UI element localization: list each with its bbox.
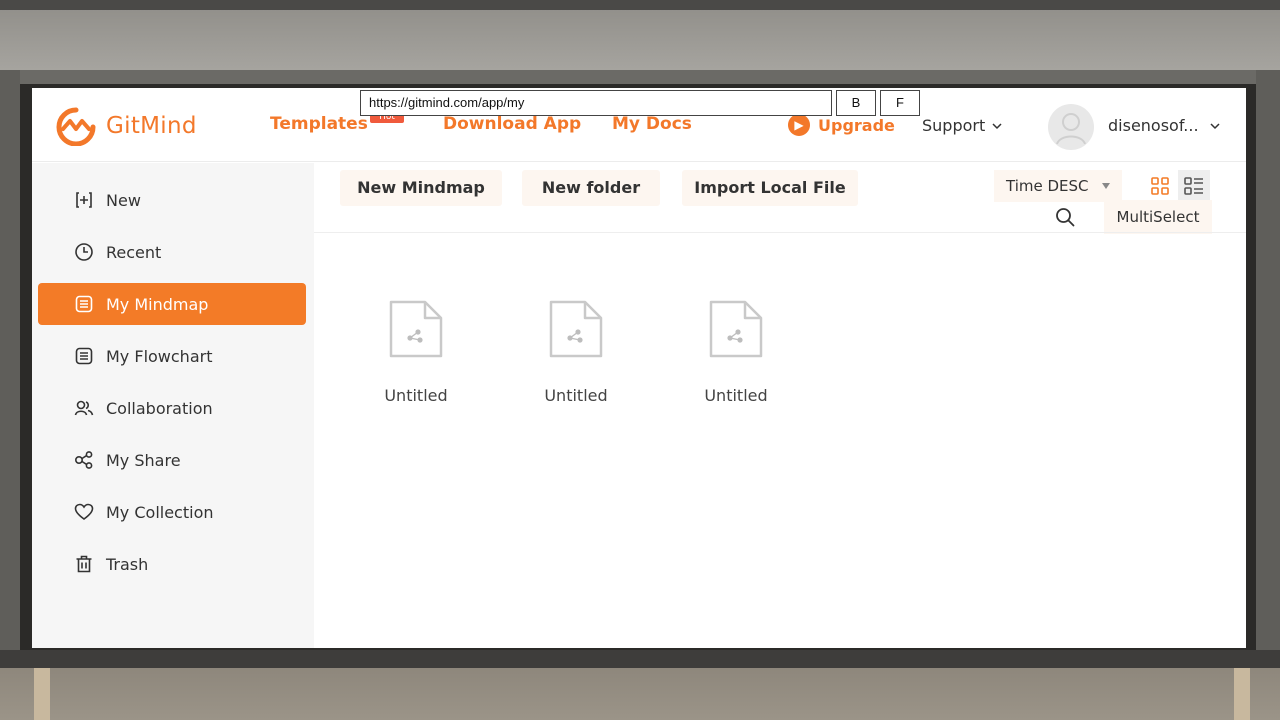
username: disenosof... (1108, 116, 1199, 135)
upgrade-label: Upgrade (818, 115, 895, 135)
doc-list-icon (75, 295, 93, 313)
sidebar-item-my-mindmap[interactable]: My Mindmap (38, 283, 306, 325)
file-name: Untitled (704, 386, 768, 405)
floor-pillar (1234, 668, 1250, 720)
user-menu[interactable]: disenosof... (1108, 116, 1221, 135)
caret-down-icon (1102, 183, 1110, 189)
sidebar-item-label: My Share (106, 450, 181, 470)
ceiling-stripe (0, 0, 1280, 10)
sidebar-item-label: My Flowchart (106, 346, 213, 366)
trash-icon (76, 555, 92, 573)
file-item[interactable]: Untitled (526, 298, 626, 405)
room-ceiling (0, 0, 1280, 70)
grid-view-button[interactable] (1144, 170, 1176, 202)
nav-download-app[interactable]: Download App (443, 114, 581, 134)
sidebar-item-trash[interactable]: Trash (38, 543, 306, 585)
nav-templates[interactable]: Templates (270, 114, 368, 134)
user-avatar-icon (1056, 113, 1086, 145)
sidebar-item-new[interactable]: New (38, 179, 306, 221)
chevron-down-icon (1210, 122, 1220, 129)
sidebar-item-label: Collaboration (106, 398, 213, 418)
multiselect-button[interactable]: MultiSelect (1104, 200, 1212, 234)
plus-square-icon (76, 192, 92, 208)
right-wall (1256, 70, 1280, 650)
key-button-f[interactable]: F (880, 90, 920, 116)
new-folder-button[interactable]: New folder (522, 170, 660, 206)
sort-label: Time DESC (1006, 177, 1089, 195)
sidebar-item-label: Recent (106, 242, 162, 262)
content-divider (314, 232, 1246, 233)
file-item[interactable]: Untitled (686, 298, 786, 405)
logo-text: GitMind (106, 113, 197, 139)
grid-view-icon (1151, 177, 1169, 195)
gitmind-logo-icon (56, 107, 96, 146)
left-wall (0, 70, 20, 650)
sidebar-item-my-share[interactable]: My Share (38, 439, 306, 481)
sidebar-item-collaboration[interactable]: Collaboration (38, 387, 306, 429)
support-label: Support (922, 116, 986, 135)
list-view-button[interactable] (1178, 170, 1210, 202)
upgrade-icon: ▶ (788, 114, 810, 136)
sidebar-item-label: New (106, 190, 141, 210)
logo[interactable]: GitMind (54, 106, 197, 146)
import-local-file-button[interactable]: Import Local File (682, 170, 858, 206)
monitor-base (0, 650, 1280, 668)
file-item[interactable]: Untitled (366, 298, 466, 405)
chevron-down-icon (992, 122, 1002, 129)
doc-list-icon (75, 347, 93, 365)
mindmap-file-icon (549, 300, 603, 358)
sidebar-item-my-collection[interactable]: My Collection (38, 491, 306, 533)
upgrade-button[interactable]: ▶ Upgrade (788, 114, 895, 136)
people-icon (74, 400, 94, 416)
app-screen: GitMind Templates Hot Download App My Do… (32, 88, 1246, 648)
avatar[interactable] (1048, 104, 1094, 150)
search-icon[interactable] (1054, 206, 1076, 228)
floor-pillar (34, 668, 50, 720)
share-icon (74, 451, 93, 469)
sidebar: New Recent My Mindmap My Flowchart Colla… (32, 163, 314, 648)
sidebar-item-my-flowchart[interactable]: My Flowchart (38, 335, 306, 377)
file-name: Untitled (384, 386, 448, 405)
sort-dropdown[interactable]: Time DESC (994, 170, 1122, 202)
mindmap-file-icon (389, 300, 443, 358)
sidebar-item-label: Trash (106, 554, 149, 574)
sidebar-item-label: My Mindmap (106, 294, 209, 314)
heart-icon (74, 503, 94, 520)
mindmap-file-icon (709, 300, 763, 358)
url-bar[interactable]: https://gitmind.com/app/my (360, 90, 832, 116)
sidebar-item-label: My Collection (106, 502, 214, 522)
list-view-icon (1184, 177, 1203, 195)
clock-icon (75, 243, 93, 261)
key-button-b[interactable]: B (836, 90, 876, 116)
file-name: Untitled (544, 386, 608, 405)
support-menu[interactable]: Support (922, 116, 1003, 135)
room-floor (0, 660, 1280, 720)
sidebar-item-recent[interactable]: Recent (38, 231, 306, 273)
new-mindmap-button[interactable]: New Mindmap (340, 170, 502, 206)
nav-my-docs[interactable]: My Docs (612, 114, 692, 134)
